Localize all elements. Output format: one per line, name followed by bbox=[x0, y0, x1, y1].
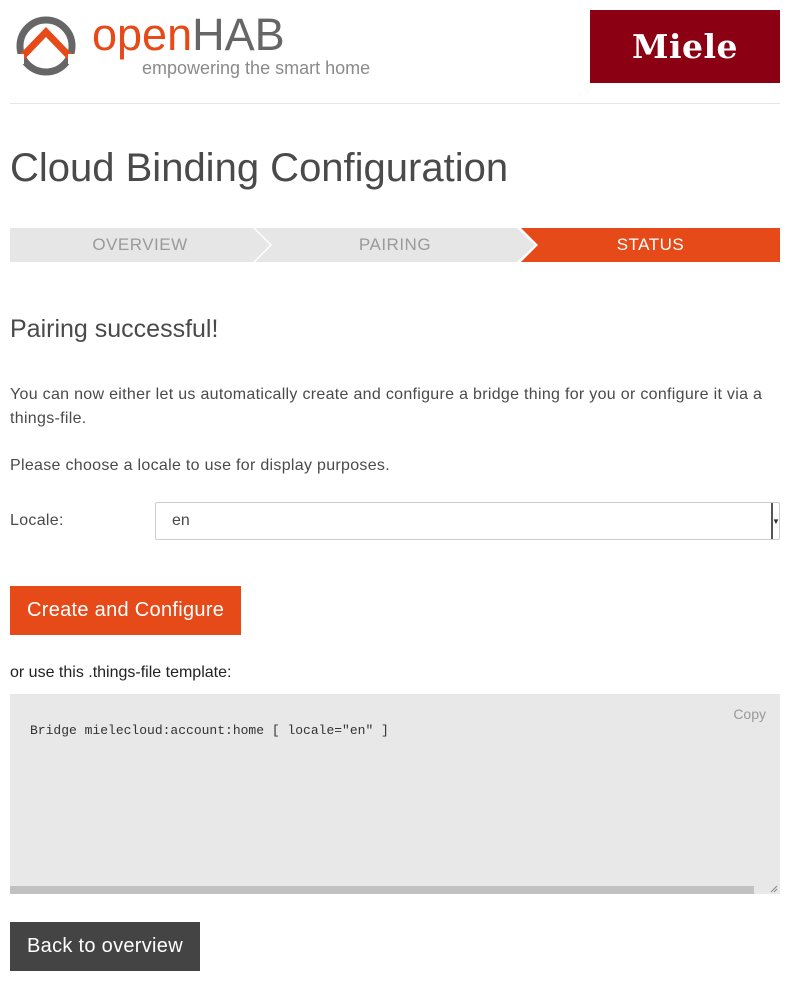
resize-handle-icon[interactable] bbox=[770, 885, 778, 893]
things-template-textarea[interactable]: Bridge mielecloud:account:home [ locale=… bbox=[10, 694, 780, 894]
template-label: or use this .things-file template: bbox=[10, 664, 232, 681]
intro-text: You can now either let us automatically … bbox=[10, 386, 763, 427]
openhab-logo-icon bbox=[14, 16, 78, 76]
miele-logo: Miele bbox=[590, 10, 780, 83]
back-to-overview-button[interactable]: Back to overview bbox=[10, 922, 200, 971]
step-pairing: PAIRING bbox=[255, 228, 535, 262]
chevron-down-icon: ▼ bbox=[771, 503, 780, 539]
locale-select[interactable]: en ▼ bbox=[155, 502, 780, 540]
openhab-logo: openHAB empowering the smart home bbox=[10, 9, 370, 84]
step-status: STATUS bbox=[521, 228, 780, 262]
progress-steps: OVERVIEW PAIRING STATUS bbox=[10, 228, 780, 262]
locale-label: Locale: bbox=[10, 512, 64, 529]
create-and-configure-button[interactable]: Create and Configure bbox=[10, 586, 242, 635]
horizontal-scrollbar[interactable] bbox=[10, 886, 754, 894]
openhab-tagline: empowering the smart home bbox=[142, 58, 371, 78]
page-header: openHAB empowering the smart home Miele bbox=[10, 9, 780, 104]
pairing-success-heading: Pairing successful! bbox=[10, 315, 219, 343]
step-overview: OVERVIEW bbox=[10, 228, 270, 262]
openhab-wordmark: openHAB bbox=[92, 9, 285, 60]
things-template-code: Bridge mielecloud:account:home [ locale=… bbox=[30, 723, 389, 738]
copy-button[interactable]: Copy bbox=[733, 706, 766, 722]
page-title: Cloud Binding Configuration bbox=[10, 146, 509, 190]
locale-selected-value: en bbox=[172, 512, 190, 529]
locale-hint-text: Please choose a locale to use for displa… bbox=[10, 457, 390, 474]
